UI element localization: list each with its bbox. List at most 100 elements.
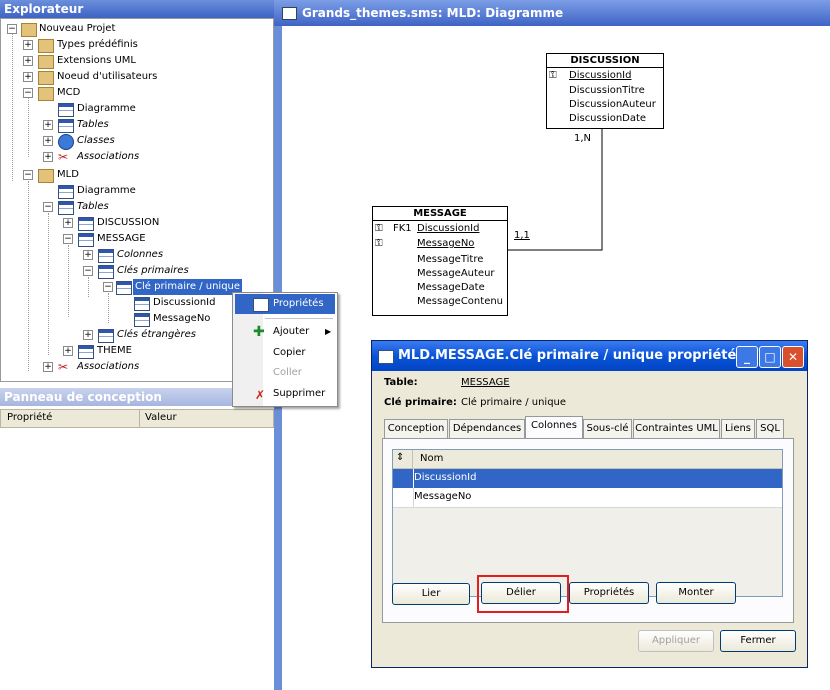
tree-node-mcd-tables[interactable]: + Tables [1, 117, 271, 133]
tree-node-primary-keys[interactable]: − Clés primaires [1, 263, 271, 279]
tree-label: Classes [77, 135, 115, 146]
tree-label: Clés primaires [117, 265, 189, 276]
cardinality-bottom: 1,1 [514, 230, 530, 241]
foreign-keys-icon [98, 329, 114, 343]
tree-node-mld-tables[interactable]: − Tables [1, 199, 271, 215]
expand-icon[interactable]: + [43, 152, 53, 162]
expand-icon[interactable]: + [23, 40, 33, 50]
tree-label: MESSAGE [97, 233, 146, 244]
tree-node-primary-key[interactable]: − Clé primaire / unique [1, 279, 271, 295]
property-column-header[interactable]: Propriété [7, 412, 52, 423]
columns-grid[interactable]: ⇕ Nom DiscussionId MessageNo [392, 449, 783, 597]
collapse-icon[interactable]: − [83, 266, 93, 276]
attribute: DiscussionDate [569, 113, 647, 124]
expand-icon[interactable]: + [43, 120, 53, 130]
expand-icon[interactable]: + [23, 72, 33, 82]
collapse-icon[interactable]: − [7, 24, 17, 34]
tree-node-columns[interactable]: + Colonnes [1, 247, 271, 263]
tree-node-uml[interactable]: + Extensions UML [1, 53, 271, 69]
collapse-icon[interactable]: − [43, 202, 53, 212]
delier-button[interactable]: Délier [481, 582, 561, 604]
collapse-icon[interactable]: − [23, 88, 33, 98]
tree-label: MLD [57, 169, 79, 180]
collapse-icon[interactable]: − [63, 234, 73, 244]
tree-node-message[interactable]: − MESSAGE [1, 231, 271, 247]
tab-liens[interactable]: Liens [721, 419, 755, 439]
expand-icon[interactable]: + [63, 218, 73, 228]
pk-value: Clé primaire / unique [461, 397, 567, 408]
tree-node-classes[interactable]: + Classes [1, 133, 271, 150]
tab-colonnes[interactable]: Colonnes [525, 416, 583, 439]
tree-node-discussion[interactable]: + DISCUSSION [1, 215, 271, 231]
menu-item-add[interactable]: ✚ Ajouter ▶ [235, 322, 335, 342]
nom-column-header[interactable]: Nom [420, 453, 443, 464]
types-folder-icon [38, 39, 54, 53]
tree-node-types[interactable]: + Types prédéfinis [1, 37, 271, 53]
associations-icon: ✂ [58, 150, 69, 164]
tab-sous-cle[interactable]: Sous-clé [583, 419, 632, 439]
properties-icon [253, 298, 269, 312]
expand-icon[interactable]: + [43, 136, 53, 146]
tree-label: DiscussionId [153, 297, 216, 308]
tree-label: Extensions UML [57, 55, 136, 66]
context-menu: Propriétés ✚ Ajouter ▶ Copier Coller ✗ S… [232, 292, 338, 407]
tree-label: Tables [77, 201, 109, 212]
expand-icon[interactable]: + [83, 330, 93, 340]
primary-keys-icon [98, 265, 114, 279]
tab-dependances[interactable]: Dépendances [449, 419, 525, 439]
tree-node-mcd[interactable]: − MCD [1, 85, 271, 101]
entity-discussion[interactable]: DISCUSSION ⚿ DiscussionId DiscussionTitr… [546, 53, 664, 129]
tree-node-col-messageno[interactable]: MessageNo [1, 311, 271, 327]
tree-label: Associations [77, 361, 140, 372]
lier-button[interactable]: Lier [392, 583, 470, 605]
tree-node-mld[interactable]: − MLD [1, 167, 271, 183]
tree-node-mcd-diagram[interactable]: Diagramme [1, 101, 271, 117]
pk-label: Clé primaire: [384, 397, 457, 408]
maximize-button[interactable]: □ [759, 346, 781, 368]
key-icon: ⚿ [375, 238, 383, 249]
tree-node-theme[interactable]: + THEME [1, 343, 271, 359]
tree-node-mcd-associations[interactable]: + ✂ Associations [1, 149, 271, 165]
table-icon [378, 350, 394, 364]
submenu-arrow-icon: ▶ [325, 327, 332, 336]
grid-row[interactable]: MessageNo [393, 488, 782, 508]
sort-icon[interactable]: ⇕ [396, 452, 404, 463]
diagram-icon [58, 103, 74, 117]
tree-node-users[interactable]: + Noeud d'utilisateurs [1, 69, 271, 85]
design-panel-header: Propriété Valeur [0, 409, 274, 428]
table-value: MESSAGE [461, 377, 510, 388]
menu-item-properties[interactable]: Propriétés [235, 294, 335, 314]
expand-icon[interactable]: + [23, 56, 33, 66]
tree-node-mld-diagram[interactable]: Diagramme [1, 183, 271, 199]
monter-button[interactable]: Monter [656, 582, 736, 604]
grid-row-selected[interactable]: DiscussionId [393, 469, 782, 488]
tab-sql[interactable]: SQL [756, 419, 784, 439]
tab-contraintes-uml[interactable]: Contraintes UML [633, 419, 720, 439]
tree-label: Noeud d'utilisateurs [57, 71, 158, 82]
fermer-button[interactable]: Fermer [720, 630, 796, 652]
column-icon [134, 297, 150, 311]
tree-node-project[interactable]: − Nouveau Projet [1, 21, 271, 37]
expand-icon[interactable]: + [83, 250, 93, 260]
tree-node-foreign-keys[interactable]: + Clés étrangères [1, 327, 271, 343]
row-value: MessageNo [414, 491, 472, 502]
columns-icon [98, 249, 114, 263]
collapse-icon[interactable]: − [23, 170, 33, 180]
entity-message[interactable]: MESSAGE ⚿ FK1 DiscussionId ⚿ MessageNo M… [372, 206, 508, 316]
delete-icon: ✗ [255, 388, 266, 402]
menu-item-delete[interactable]: ✗ Supprimer [235, 384, 335, 404]
tables-icon [58, 201, 74, 215]
proprietes-button[interactable]: Propriétés [569, 582, 649, 604]
expand-icon[interactable]: + [63, 346, 73, 356]
collapse-icon[interactable]: − [103, 282, 113, 292]
close-button[interactable]: ✕ [782, 346, 804, 368]
colonnes-panel: ⇕ Nom DiscussionId MessageNo Lier Délier… [382, 438, 794, 623]
tree-node-col-discussionid[interactable]: DiscussionId [1, 295, 271, 311]
tab-conception[interactable]: Conception [384, 419, 448, 439]
value-column-header[interactable]: Valeur [145, 412, 177, 423]
dialog-title-bar[interactable]: MLD.MESSAGE.Clé primaire / unique propri… [372, 341, 807, 371]
minimize-button[interactable]: _ [736, 346, 758, 368]
expand-icon[interactable]: + [43, 362, 53, 372]
tree-node-mld-associations[interactable]: + ✂ Associations [1, 359, 271, 375]
menu-item-copy[interactable]: Copier [235, 343, 335, 363]
